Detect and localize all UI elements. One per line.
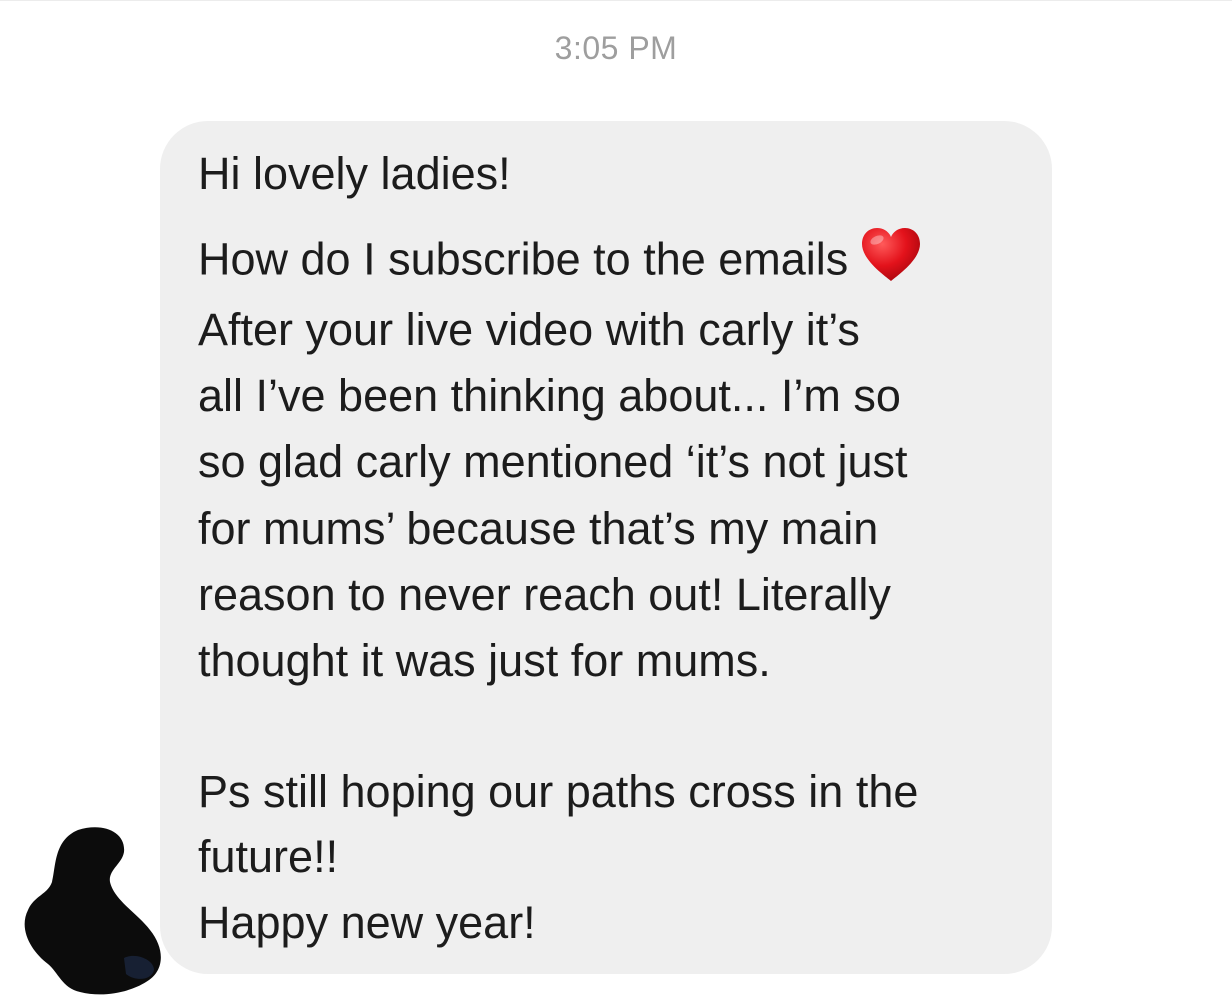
message-line: thought it was just for mums. [198,635,771,686]
heart-icon [860,227,922,290]
message-bubble[interactable]: Hi lovely ladies! How do I subscribe to … [160,121,1052,974]
message-line: future!! [198,831,339,882]
top-divider [0,0,1232,1]
message-line-with-emoji: How do I subscribe to the emails [198,228,922,294]
message-line: Ps still hoping our paths cross in the [198,766,919,817]
message-line: for mums’ because that’s my main [198,503,879,554]
redacted-avatar-icon [24,827,161,995]
message-line: Happy new year! [198,897,536,948]
message-line: After your live video with carly it’s [198,304,860,355]
message-line: so glad carly mentioned ‘it’s not just [198,436,908,487]
message-timestamp: 3:05 PM [554,30,678,66]
message-line-text: How do I subscribe to the emails [198,233,849,285]
message-line: Hi lovely ladies! [198,148,511,199]
message-line: all I’ve been thinking about... I’m so [198,370,901,421]
avatar[interactable] [18,822,168,997]
message-line: reason to never reach out! Literally [198,569,891,620]
